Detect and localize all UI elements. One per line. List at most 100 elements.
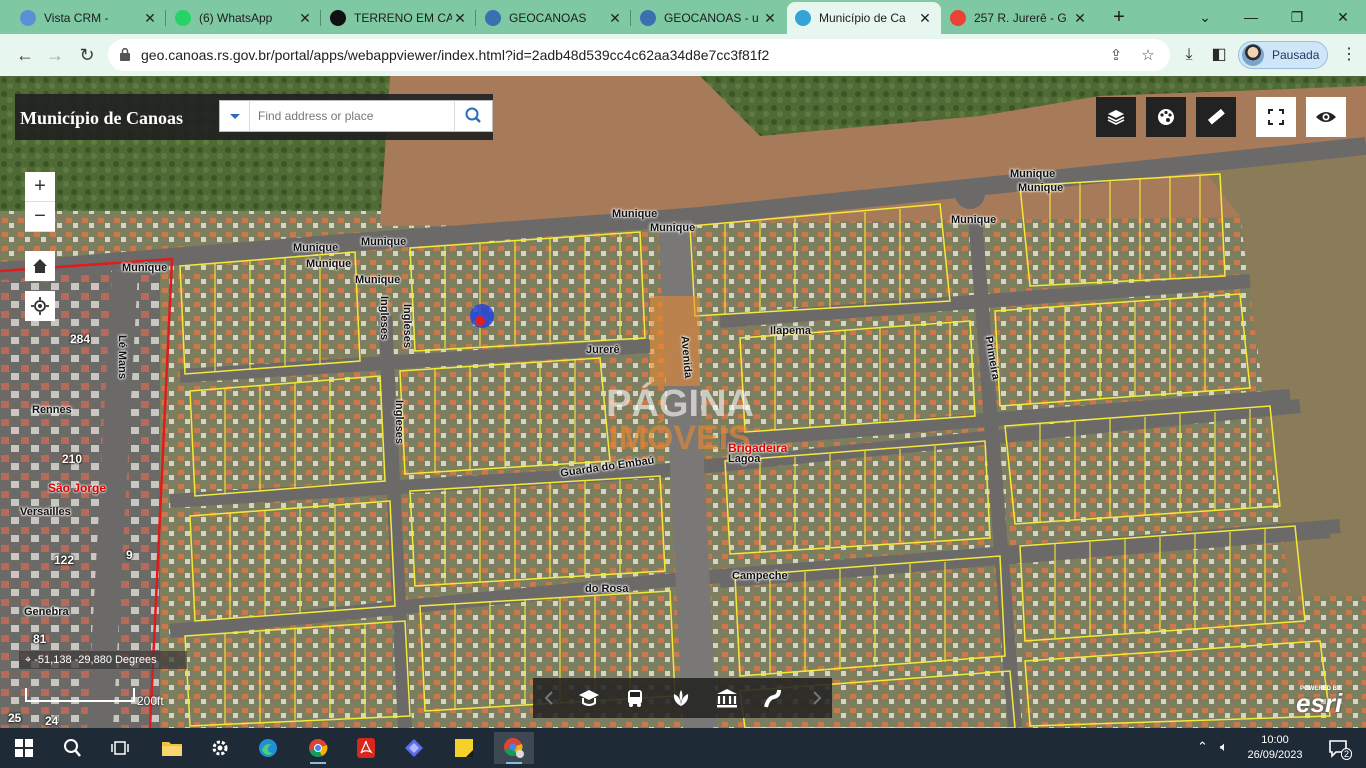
tab-whatsapp[interactable]: (6) WhatsApp ✕ xyxy=(167,2,321,34)
road-label: Munique xyxy=(361,236,407,248)
zoom-in-button[interactable]: + xyxy=(25,172,55,202)
close-tab-icon[interactable]: ✕ xyxy=(1072,10,1088,27)
reload-button[interactable]: ↻ xyxy=(74,42,100,68)
close-tab-icon[interactable]: ✕ xyxy=(917,10,933,27)
sticky-notes-button[interactable] xyxy=(444,732,484,764)
tab-search-chevron-icon[interactable]: ⌄ xyxy=(1182,4,1228,30)
close-tab-icon[interactable]: ✕ xyxy=(452,10,468,27)
road-label: Lé Mans xyxy=(116,334,129,380)
tab-title: Município de Ca xyxy=(819,11,906,25)
home-button[interactable] xyxy=(25,251,55,281)
road-label: Genebra xyxy=(24,606,69,618)
chevron-right-icon xyxy=(813,691,822,705)
measurement-button[interactable] xyxy=(1196,97,1236,137)
locate-icon xyxy=(31,297,49,315)
edge-button[interactable] xyxy=(248,732,288,764)
tab-vista-crm[interactable]: Vista CRM - ✕ xyxy=(12,2,166,34)
search-taskbar-button[interactable] xyxy=(52,732,92,764)
close-tab-icon[interactable]: ✕ xyxy=(607,10,623,27)
zoom-out-button[interactable]: − xyxy=(25,202,55,232)
toolbar-prev-button[interactable] xyxy=(537,686,561,710)
tab-terreno[interactable]: TERRENO EM CA ✕ xyxy=(322,2,476,34)
road-label: Rennes xyxy=(32,404,72,416)
search-input[interactable] xyxy=(258,101,448,131)
address-bar[interactable]: geo.canoas.rs.gov.br/portal/apps/webappv… xyxy=(108,39,1170,71)
road-label: Munique xyxy=(1010,168,1056,180)
share-icon[interactable]: ⇪ xyxy=(1106,46,1126,66)
lot-number: 9 xyxy=(126,548,133,562)
close-tab-icon[interactable]: ✕ xyxy=(142,10,158,27)
ruler-icon xyxy=(1207,108,1225,125)
graduation-cap-icon xyxy=(579,690,599,706)
search-button[interactable] xyxy=(454,101,492,131)
forward-button[interactable]: → xyxy=(42,42,68,68)
crm-icon xyxy=(20,10,36,26)
search-source-dropdown[interactable] xyxy=(220,101,250,131)
whatsapp-icon xyxy=(175,10,191,26)
coordinate-readout: ⌖ -51,138 -29,880 Degrees xyxy=(19,651,187,669)
public-buildings-layer-button[interactable] xyxy=(715,686,739,710)
tab-title: Vista CRM - xyxy=(44,11,109,25)
bookmark-star-icon[interactable]: ☆ xyxy=(1138,46,1158,66)
photos-icon xyxy=(405,739,423,757)
road-label: Munique xyxy=(612,208,658,220)
road-label: Munique xyxy=(306,258,352,270)
notifications-button[interactable]: 2 xyxy=(1318,732,1358,764)
lot-number: 122 xyxy=(54,553,75,567)
side-panel-icon[interactable]: ◧ xyxy=(1208,44,1230,66)
tab-geocanoas-2[interactable]: GEOCANOAS - u ✕ xyxy=(632,2,786,34)
restore-button[interactable]: ❐ xyxy=(1274,4,1320,30)
esri-logo[interactable]: esri xyxy=(1296,688,1342,719)
roads-layer-button[interactable] xyxy=(761,686,785,710)
profile-button[interactable]: Pausada xyxy=(1238,41,1328,69)
back-button[interactable]: ← xyxy=(12,42,38,68)
start-button[interactable] xyxy=(4,732,44,764)
road-label: Jurerê xyxy=(586,344,620,356)
road-icon xyxy=(764,689,781,708)
dark-triangle-icon xyxy=(330,10,346,26)
volume-icon[interactable]: 🔈︎ xyxy=(1220,739,1228,755)
task-view-button[interactable] xyxy=(100,732,140,764)
toolbar-next-button[interactable] xyxy=(805,686,829,710)
nature-layer-button[interactable] xyxy=(669,686,693,710)
basemap-gallery-button[interactable] xyxy=(1146,97,1186,137)
pdf-icon xyxy=(357,738,375,758)
fullscreen-button[interactable] xyxy=(1256,97,1296,137)
map-view[interactable]: PÁGINA IMÓVEIS Munique Munique Munique M… xyxy=(0,76,1366,728)
arcgis-icon xyxy=(795,10,811,26)
system-clock[interactable]: 10:00 26/09/2023 xyxy=(1240,733,1310,763)
download-icon[interactable]: ⤓ xyxy=(1178,44,1200,66)
globe-icon xyxy=(485,10,501,26)
tray-chevron-icon[interactable]: ⌃ xyxy=(1197,739,1208,755)
scale-bar xyxy=(25,688,135,702)
widget-toolbar xyxy=(533,678,832,718)
close-tab-icon[interactable]: ✕ xyxy=(297,10,313,27)
road-label: Ingleses xyxy=(393,399,406,445)
tab-title: 257 R. Jurerê - G xyxy=(974,11,1067,25)
place-label: Brigadeira xyxy=(728,441,788,455)
close-tab-icon[interactable]: ✕ xyxy=(762,10,778,27)
menu-kebab-icon[interactable]: ⋮ xyxy=(1338,44,1360,66)
transit-layer-button[interactable] xyxy=(623,686,647,710)
bus-icon xyxy=(628,690,642,707)
road-label: do Rosa xyxy=(585,583,629,595)
globe-icon xyxy=(640,10,656,26)
education-layer-button[interactable] xyxy=(577,686,601,710)
visibility-button[interactable] xyxy=(1306,97,1346,137)
photos-button[interactable] xyxy=(394,732,434,764)
close-window-button[interactable]: ✕ xyxy=(1320,4,1366,30)
layer-list-button[interactable] xyxy=(1096,97,1136,137)
tab-municipio-canoas[interactable]: Município de Ca ✕ xyxy=(787,2,941,34)
chrome-button[interactable] xyxy=(298,732,338,764)
new-tab-button[interactable]: + xyxy=(1108,6,1130,28)
tab-geocanoas[interactable]: GEOCANOAS ✕ xyxy=(477,2,631,34)
tab-google-maps[interactable]: 257 R. Jurerê - G ✕ xyxy=(942,2,1096,34)
tab-strip: Vista CRM - ✕ (6) WhatsApp ✕ TERRENO EM … xyxy=(0,0,1366,34)
file-explorer-button[interactable] xyxy=(152,732,192,764)
chrome-profile-button[interactable] xyxy=(494,732,534,764)
acrobat-button[interactable] xyxy=(346,732,386,764)
scale-label: 200ft xyxy=(137,694,164,708)
my-location-button[interactable] xyxy=(25,291,55,321)
minimize-button[interactable]: — xyxy=(1228,4,1274,30)
settings-button[interactable] xyxy=(200,732,240,764)
